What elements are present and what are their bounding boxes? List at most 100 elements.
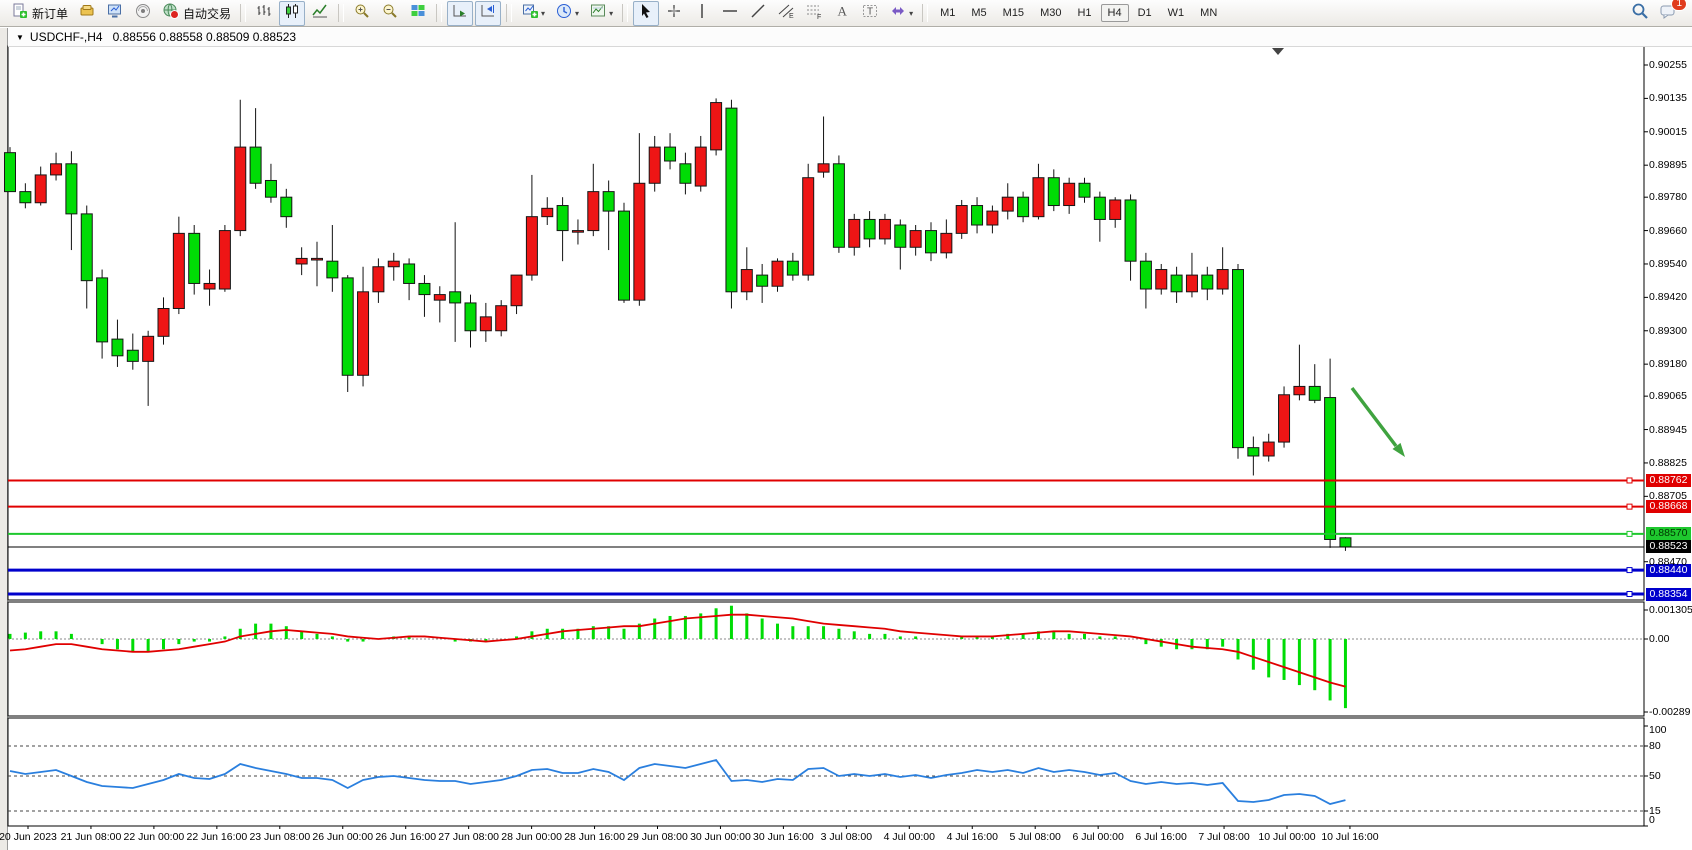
candlestick-bear[interactable]	[1309, 386, 1320, 400]
candlestick-bear[interactable]	[926, 231, 937, 253]
candlestick-bear[interactable]	[189, 233, 200, 283]
candlestick-bull[interactable]	[741, 270, 752, 292]
candlestick-bear[interactable]	[726, 108, 737, 292]
candlestick-bull[interactable]	[1279, 395, 1290, 442]
candlestick-bull[interactable]	[956, 206, 967, 234]
main-chart-panel[interactable]	[8, 46, 1644, 600]
hline-handle[interactable]	[1627, 592, 1632, 597]
text-tool-icon[interactable]: A	[829, 1, 855, 26]
candlestick-bull[interactable]	[941, 233, 952, 252]
candlestick-bear[interactable]	[250, 147, 261, 183]
candlestick-bull[interactable]	[772, 261, 783, 286]
candlestick-bull[interactable]	[1263, 442, 1274, 456]
candlestick-bull[interactable]	[1110, 200, 1121, 219]
candlestick-bull[interactable]	[219, 231, 230, 289]
cursor-tool-icon[interactable]	[633, 1, 659, 26]
timeframe-m30[interactable]: M30	[1033, 4, 1068, 22]
candlestick-bull[interactable]	[1033, 178, 1044, 217]
autotrading-button[interactable]: 自动交易	[158, 1, 235, 26]
candlestick-bear[interactable]	[864, 219, 875, 238]
timeframe-m5[interactable]: M5	[964, 4, 993, 22]
candlestick-bear[interactable]	[450, 292, 461, 303]
candlestick-bear[interactable]	[1248, 448, 1259, 456]
candlestick-bull[interactable]	[388, 261, 399, 267]
candlestick-bull[interactable]	[296, 258, 307, 264]
candlestick-bull[interactable]	[158, 308, 169, 336]
arrows-tool-icon[interactable]: ▾	[885, 1, 917, 26]
candlestick-bull[interactable]	[1186, 275, 1197, 292]
timeframe-d1[interactable]: D1	[1131, 4, 1159, 22]
rsi-panel[interactable]	[8, 718, 1644, 826]
candlestick-bear[interactable]	[465, 303, 476, 331]
candlestick-bear[interactable]	[112, 339, 123, 356]
candlestick-bull[interactable]	[204, 283, 215, 289]
trendline-tool-icon[interactable]	[745, 1, 771, 26]
chart-shift-icon[interactable]	[475, 1, 501, 26]
candlestick-bear[interactable]	[1171, 275, 1182, 292]
hline-handle[interactable]	[1627, 478, 1632, 483]
candlestick-bear[interactable]	[895, 225, 906, 247]
timeframe-m1[interactable]: M1	[933, 4, 962, 22]
candlestick-bear[interactable]	[619, 211, 630, 300]
candlestick-bear[interactable]	[833, 164, 844, 247]
candlestick-bull[interactable]	[572, 231, 583, 233]
chevron-down-icon[interactable]: ▾	[575, 9, 579, 18]
chart-canvas[interactable]	[0, 0, 1692, 850]
candlestick-bear[interactable]	[680, 164, 691, 183]
hline-handle[interactable]	[1627, 504, 1632, 509]
text-label-tool-icon[interactable]: T	[857, 1, 883, 26]
candlestick-bull[interactable]	[910, 231, 921, 248]
candlestick-bull[interactable]	[1002, 197, 1013, 211]
chevron-down-icon[interactable]: ▾	[541, 9, 545, 18]
candlestick-bull[interactable]	[526, 217, 537, 275]
candlestick-bull[interactable]	[634, 183, 645, 300]
candlestick-bull[interactable]	[143, 336, 154, 361]
candlestick-bull[interactable]	[879, 219, 890, 238]
candlestick-bear[interactable]	[1048, 178, 1059, 206]
candlestick-bear[interactable]	[66, 164, 77, 214]
data-window-icon[interactable]	[102, 1, 128, 26]
candlestick-bull[interactable]	[434, 295, 445, 301]
notifications-button[interactable]: 1	[1655, 1, 1681, 26]
candlestick-bull[interactable]	[542, 208, 553, 216]
candlestick-bear[interactable]	[757, 275, 768, 286]
timeframe-h4[interactable]: H4	[1101, 4, 1129, 22]
candlestick-bear[interactable]	[665, 147, 676, 161]
candlestick-bear[interactable]	[1125, 200, 1136, 261]
candlestick-bear[interactable]	[557, 206, 568, 231]
search-button[interactable]	[1627, 1, 1653, 26]
candlestick-bear[interactable]	[127, 350, 138, 361]
candlestick-bear[interactable]	[404, 264, 415, 283]
auto-scroll-icon[interactable]	[447, 1, 473, 26]
candlestick-bear[interactable]	[419, 283, 430, 294]
candlestick-bull[interactable]	[649, 147, 660, 183]
crosshair-tool-icon[interactable]	[661, 1, 687, 26]
candlestick-bull[interactable]	[35, 175, 46, 203]
candlestick-bull[interactable]	[496, 306, 507, 331]
candlestick-bull[interactable]	[1294, 386, 1305, 394]
profiles-icon[interactable]	[74, 1, 100, 26]
candlestick-bull[interactable]	[987, 211, 998, 225]
candlestick-chart-icon[interactable]	[279, 1, 305, 26]
candlestick-bear[interactable]	[97, 278, 108, 342]
new-order-button[interactable]: 新订单	[7, 1, 72, 26]
timeframe-h1[interactable]: H1	[1070, 4, 1098, 22]
candlestick-bear[interactable]	[327, 261, 338, 278]
channel-tool-icon[interactable]: E	[773, 1, 799, 26]
candlestick-bear[interactable]	[1094, 197, 1105, 219]
fibonacci-tool-icon[interactable]: F	[801, 1, 827, 26]
timeframe-mn[interactable]: MN	[1193, 4, 1224, 22]
candlestick-bear[interactable]	[1018, 197, 1029, 216]
candlestick-bear[interactable]	[603, 192, 614, 211]
bar-chart-icon[interactable]	[251, 1, 277, 26]
tile-windows-icon[interactable]	[405, 1, 431, 26]
zoom-in-icon[interactable]	[349, 1, 375, 26]
vertical-line-tool-icon[interactable]	[689, 1, 715, 26]
candlestick-bear[interactable]	[342, 278, 353, 375]
templates-button[interactable]: ▾	[585, 1, 617, 26]
candlestick-bull[interactable]	[1064, 183, 1075, 205]
candlestick-bull[interactable]	[1217, 270, 1228, 289]
candlestick-bear[interactable]	[1233, 270, 1244, 448]
candlestick-bull[interactable]	[480, 317, 491, 331]
candlestick-bear[interactable]	[972, 206, 983, 225]
